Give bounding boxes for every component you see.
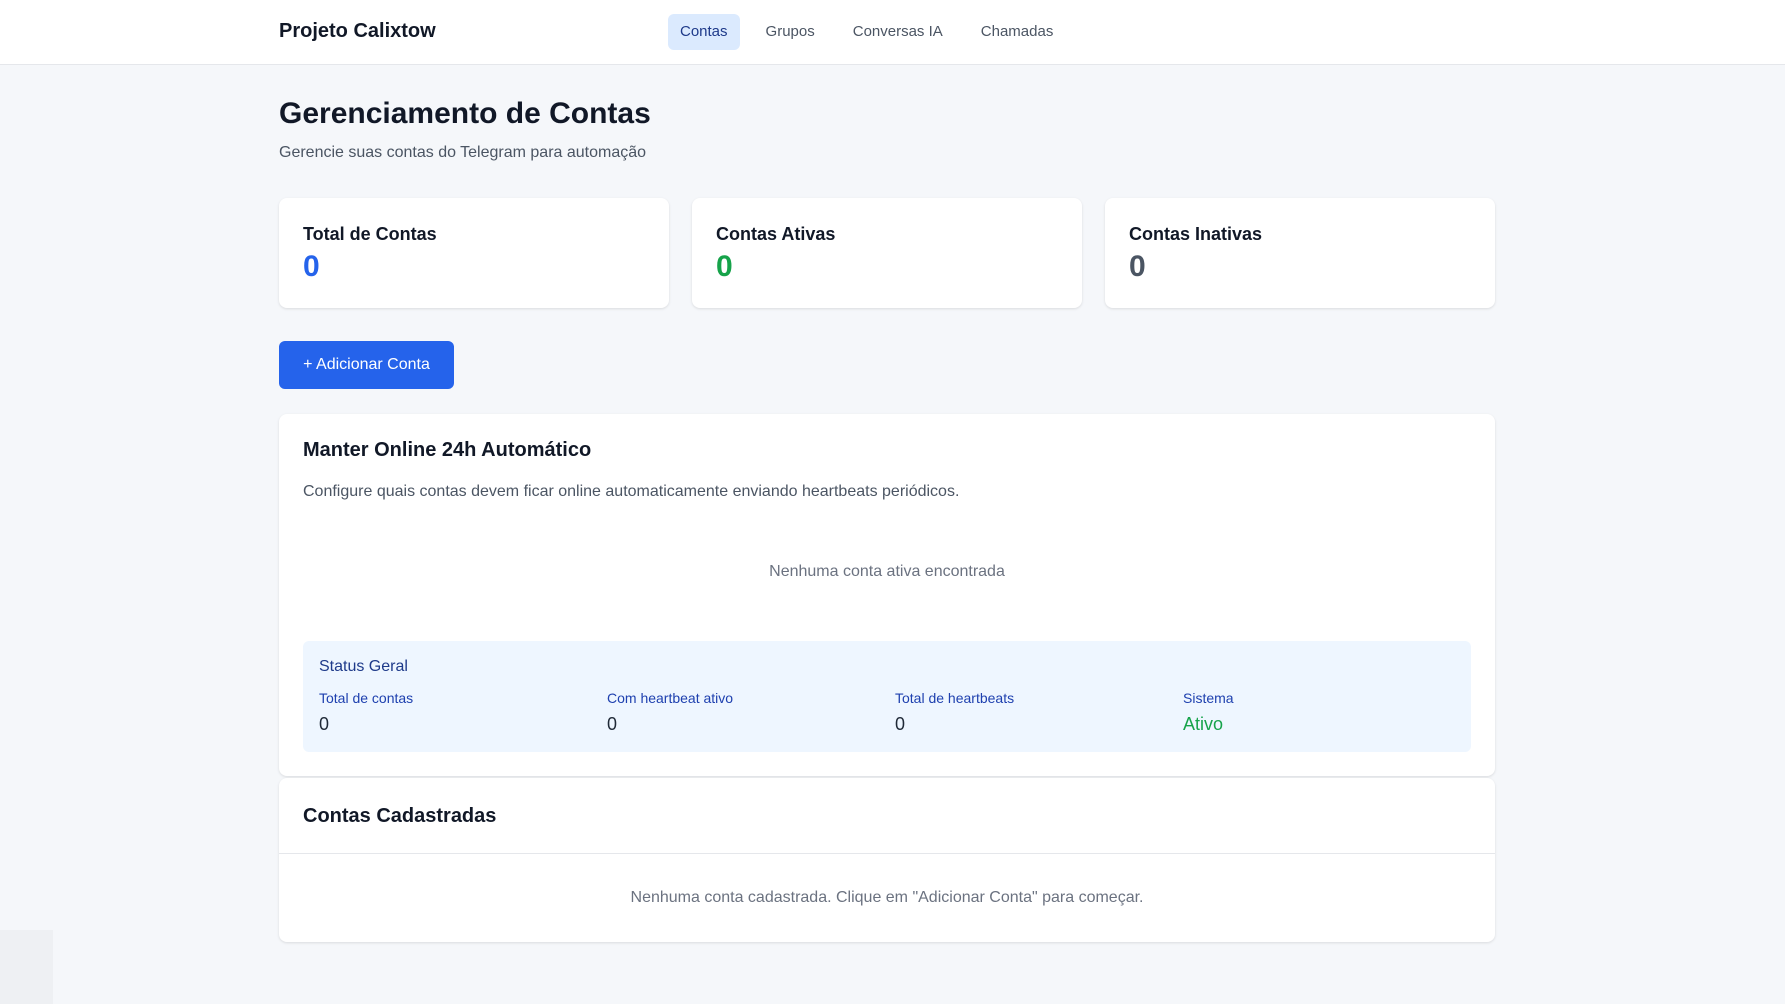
stat-label: Contas Ativas: [716, 224, 836, 244]
status-item-total-heartbeats: Total de heartbeats 0: [895, 689, 1014, 735]
stat-value: 0: [303, 250, 320, 283]
main-nav: Contas Grupos Conversas IA Chamadas: [668, 14, 1065, 50]
heartbeat-panel: Manter Online 24h Automático Configure q…: [279, 414, 1495, 776]
stat-card-active: Contas Ativas 0: [692, 198, 1082, 308]
status-item-value: 0: [607, 714, 618, 734]
accounts-empty-state: Nenhuma conta cadastrada. Clique em "Adi…: [630, 889, 1144, 906]
page-subtitle: Gerencie suas contas do Telegram para au…: [279, 144, 647, 161]
nav-tab-conversas-ia[interactable]: Conversas IA: [841, 14, 955, 50]
heartbeat-panel-description: Configure quais contas devem ficar onlin…: [303, 483, 960, 500]
page-title: Gerenciamento de Contas: [279, 97, 651, 130]
heartbeat-empty-state: Nenhuma conta ativa encontrada: [769, 563, 1005, 580]
status-item-value: 0: [319, 714, 330, 734]
nav-tab-grupos[interactable]: Grupos: [754, 14, 827, 50]
stat-value: 0: [716, 250, 733, 283]
status-item-system: Sistema Ativo: [1183, 689, 1234, 735]
stat-label: Total de Contas: [303, 224, 437, 244]
status-item-heartbeat-active: Com heartbeat ativo 0: [607, 689, 733, 735]
status-item-label: Total de heartbeats: [895, 690, 1015, 706]
panel-divider: [279, 853, 1495, 854]
top-navbar: Projeto Calixtow Contas Grupos Conversas…: [0, 0, 1785, 65]
nav-tab-contas[interactable]: Contas: [668, 14, 740, 50]
corner-shade: [0, 930, 53, 1004]
accounts-panel: Contas Cadastradas Nenhuma conta cadastr…: [279, 778, 1495, 942]
status-item-label: Total de contas: [319, 690, 414, 706]
app-brand[interactable]: Projeto Calixtow: [279, 19, 436, 43]
system-status-badge: Ativo: [1183, 714, 1224, 734]
stat-card-inactive: Contas Inativas 0: [1105, 198, 1495, 308]
nav-tab-chamadas[interactable]: Chamadas: [969, 14, 1066, 50]
heartbeat-panel-title: Manter Online 24h Automático: [303, 439, 592, 461]
stat-label: Contas Inativas: [1129, 224, 1263, 244]
accounts-panel-title: Contas Cadastradas: [303, 805, 497, 827]
status-summary: Status Geral Total de contas 0 Com heart…: [303, 641, 1471, 752]
status-item-label: Com heartbeat ativo: [607, 690, 734, 706]
status-item-label: Sistema: [1183, 690, 1234, 706]
status-item-total-accounts: Total de contas 0: [319, 689, 413, 735]
status-summary-title: Status Geral: [319, 658, 408, 675]
stat-value: 0: [1129, 250, 1146, 283]
status-item-value: 0: [895, 714, 906, 734]
stat-card-total: Total de Contas 0: [279, 198, 669, 308]
add-account-button[interactable]: + Adicionar Conta: [279, 341, 454, 389]
